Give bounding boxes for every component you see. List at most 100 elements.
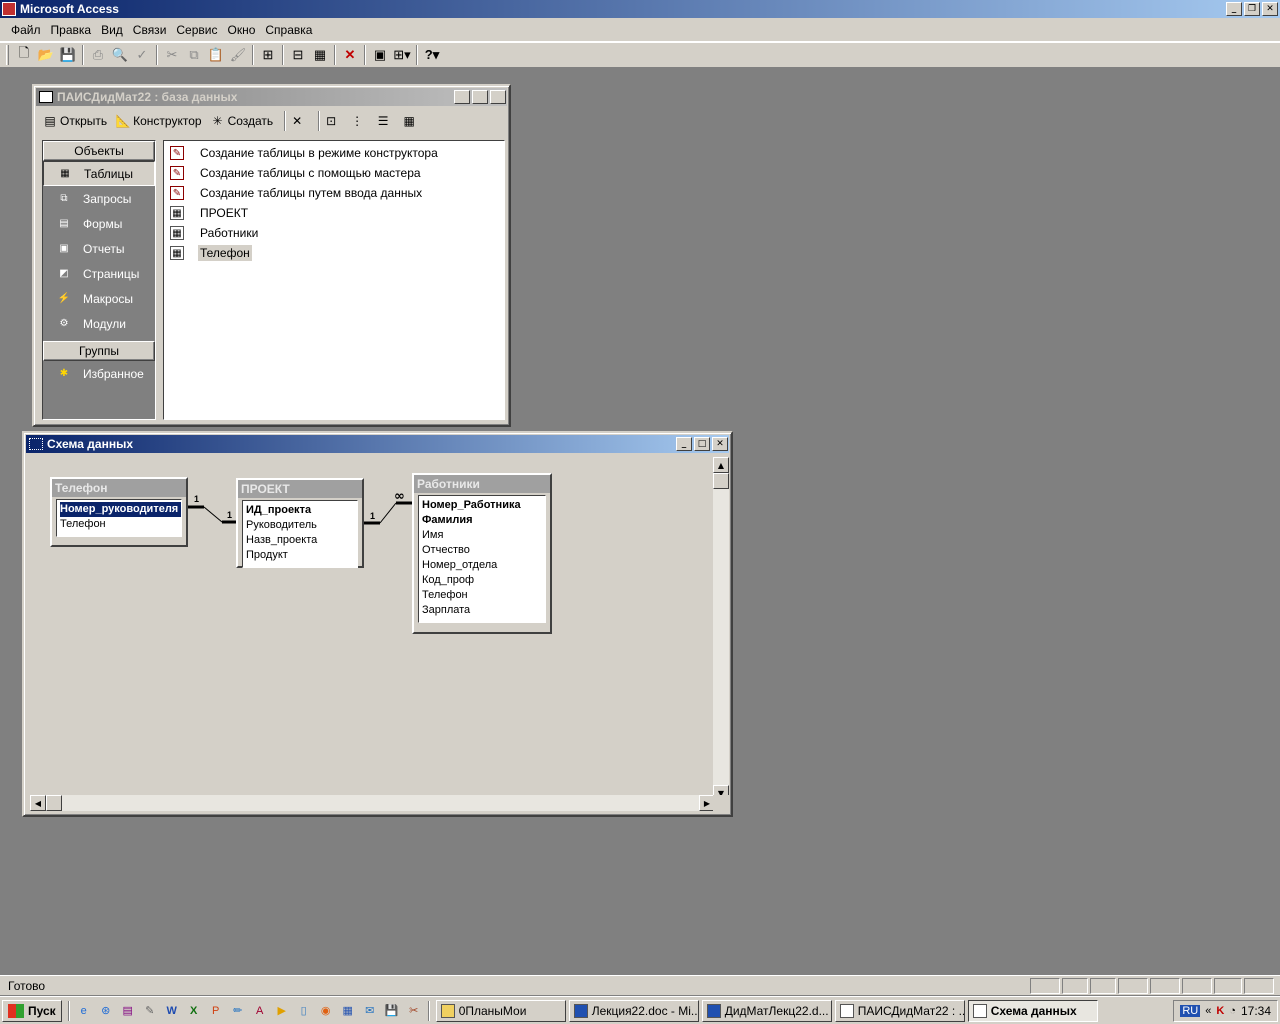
word-icon[interactable]: W: [162, 1001, 182, 1021]
field-item[interactable]: Назв_проекта: [246, 533, 357, 548]
language-indicator[interactable]: RU: [1180, 1004, 1201, 1017]
objects-item-pages[interactable]: ◩ Страницы: [43, 261, 155, 286]
close-button[interactable]: ✕: [1262, 2, 1278, 16]
horizontal-scrollbar[interactable]: ◀ ▶: [30, 795, 715, 811]
mail-icon[interactable]: ✉: [360, 1001, 380, 1021]
delete-button[interactable]: ✕: [289, 114, 307, 128]
objects-item-reports[interactable]: ▣ Отчеты: [43, 236, 155, 261]
list-view-button[interactable]: ☰: [375, 114, 393, 128]
help-icon[interactable]: ?▾: [421, 44, 443, 66]
tool2-icon[interactable]: ✂: [404, 1001, 424, 1021]
field-item[interactable]: Номер_руководителя: [59, 501, 182, 518]
media-player-icon[interactable]: ▶: [272, 1001, 292, 1021]
list-item[interactable]: ▦ ПРОЕКТ: [164, 203, 504, 223]
field-item[interactable]: Продукт: [246, 548, 357, 563]
spelling-icon[interactable]: ✓: [131, 44, 153, 66]
copy-icon[interactable]: ⧉: [183, 44, 205, 66]
database-window-icon[interactable]: ▣: [369, 44, 391, 66]
create-button[interactable]: ✳ Создать: [210, 114, 274, 128]
menu-window[interactable]: Окно: [222, 21, 260, 39]
field-item[interactable]: Телефон: [422, 588, 545, 603]
scroll-up-icon[interactable]: ▲: [713, 457, 729, 473]
app-titlebar[interactable]: Microsoft Access _ ❐ ✕: [0, 0, 1280, 18]
objects-item-queries[interactable]: ⧉ Запросы: [43, 186, 155, 211]
resize-grip[interactable]: [713, 795, 729, 811]
show-all-relationships-icon[interactable]: ▦: [309, 44, 331, 66]
relationships-window[interactable]: Схема данных _ □ ✕ 1 1 1 ∞ Телефон Номер…: [22, 431, 733, 817]
scroll-thumb[interactable]: [713, 473, 729, 489]
table-box-project[interactable]: ПРОЕКТ ИД_проекта Руководитель Назв_прое…: [236, 478, 364, 568]
table-box-title[interactable]: Телефон: [52, 479, 186, 497]
maximize-button[interactable]: □: [472, 90, 488, 104]
menu-help[interactable]: Справка: [260, 21, 317, 39]
close-button[interactable]: ✕: [490, 90, 506, 104]
task-button-folder[interactable]: 0ПланыМои: [435, 999, 566, 1022]
objects-item-forms[interactable]: ▤ Формы: [43, 211, 155, 236]
list-item[interactable]: ▦ Работники: [164, 223, 504, 243]
small-icons-button[interactable]: ⋮: [349, 114, 367, 128]
task-button-word-lecture[interactable]: Лекция22.doc - Mi...: [568, 999, 699, 1022]
new-object-icon[interactable]: ⊞▾: [391, 44, 413, 66]
field-item[interactable]: Номер_отдела: [422, 558, 545, 573]
powerpoint-icon[interactable]: P: [206, 1001, 226, 1021]
database-window-titlebar[interactable]: ПАИСДидМат22 : база данных _ □ ✕: [36, 88, 507, 106]
menu-file[interactable]: Файл: [6, 21, 46, 39]
relation-line[interactable]: [379, 502, 397, 524]
delete-icon[interactable]: ✕: [339, 44, 361, 66]
relationships-canvas[interactable]: 1 1 1 ∞ Телефон Номер_руководителя Телеф…: [30, 457, 715, 801]
objects-item-modules[interactable]: ⚙ Модули: [43, 311, 155, 336]
format-painter-icon[interactable]: 🖌: [227, 44, 249, 66]
save-icon[interactable]: 💾: [57, 44, 79, 66]
cut-icon[interactable]: ✂: [161, 44, 183, 66]
save-icon[interactable]: 💾: [382, 1001, 402, 1021]
objects-item-macros[interactable]: ⚡ Макросы: [43, 286, 155, 311]
objects-header-button[interactable]: Объекты: [43, 141, 155, 161]
firefox-icon[interactable]: ◉: [316, 1001, 336, 1021]
excel-icon[interactable]: X: [184, 1001, 204, 1021]
database-window[interactable]: ПАИСДидМат22 : база данных _ □ ✕ ▤ Открыт…: [32, 84, 511, 427]
field-item[interactable]: Имя: [422, 528, 545, 543]
internet-explorer-icon[interactable]: e: [74, 1001, 94, 1021]
groups-item-favorites[interactable]: ✱ Избранное: [43, 361, 155, 386]
maximize-button[interactable]: □: [694, 437, 710, 451]
field-item[interactable]: Отчество: [422, 543, 545, 558]
relationships-window-titlebar[interactable]: Схема данных _ □ ✕: [26, 435, 729, 453]
minimize-button[interactable]: _: [676, 437, 692, 451]
open-button[interactable]: ▤ Открыть: [42, 114, 107, 128]
menu-view[interactable]: Вид: [96, 21, 128, 39]
list-item[interactable]: ✎ Создание таблицы с помощью мастера: [164, 163, 504, 183]
restore-button[interactable]: ❐: [1244, 2, 1260, 16]
list-item[interactable]: ✎ Создание таблицы путем ввода данных: [164, 183, 504, 203]
paint-icon[interactable]: ✏: [228, 1001, 248, 1021]
relation-line[interactable]: [203, 506, 223, 523]
notepad-icon[interactable]: ▯: [294, 1001, 314, 1021]
groups-header-button[interactable]: Группы: [43, 341, 155, 361]
large-icons-button[interactable]: ⊡: [323, 114, 341, 128]
list-item[interactable]: ▦ Телефон: [164, 243, 504, 263]
menu-relationships[interactable]: Связи: [128, 21, 172, 39]
design-button[interactable]: 📐 Конструктор: [115, 114, 202, 128]
table-box-phone[interactable]: Телефон Номер_руководителя Телефон: [50, 477, 188, 547]
objects-item-tables[interactable]: ▦ Таблицы: [43, 161, 155, 186]
field-item[interactable]: Зарплата: [422, 603, 545, 618]
tray-expand-icon[interactable]: «: [1205, 1005, 1211, 1017]
show-direct-relationships-icon[interactable]: ⊟: [287, 44, 309, 66]
vertical-scrollbar[interactable]: ▲ ▼: [713, 457, 729, 801]
task-button-relationships[interactable]: Схема данных: [967, 999, 1098, 1022]
print-icon[interactable]: ⎙: [87, 44, 109, 66]
antivirus-icon[interactable]: K: [1216, 1005, 1224, 1017]
menu-edit[interactable]: Правка: [46, 21, 97, 39]
new-icon[interactable]: 🗋: [13, 44, 35, 66]
task-button-word-didmat[interactable]: ДидМатЛекц22.d...: [701, 999, 832, 1022]
show-table-icon[interactable]: ⊞: [257, 44, 279, 66]
field-item[interactable]: Номер_Работника: [422, 498, 545, 513]
list-item[interactable]: ✎ Создание таблицы в режиме конструктора: [164, 143, 504, 163]
network-icon[interactable]: ◔: [1229, 1005, 1236, 1017]
toolbar-grip[interactable]: [6, 45, 9, 65]
table-box-title[interactable]: ПРОЕКТ: [238, 480, 362, 498]
start-button[interactable]: Пуск: [2, 999, 62, 1022]
task-button-database[interactable]: ПАИСДидМат22 : ...: [834, 999, 965, 1022]
field-item[interactable]: Фамилия: [422, 513, 545, 528]
table-box-title[interactable]: Работники: [414, 475, 550, 493]
minimize-button[interactable]: _: [454, 90, 470, 104]
